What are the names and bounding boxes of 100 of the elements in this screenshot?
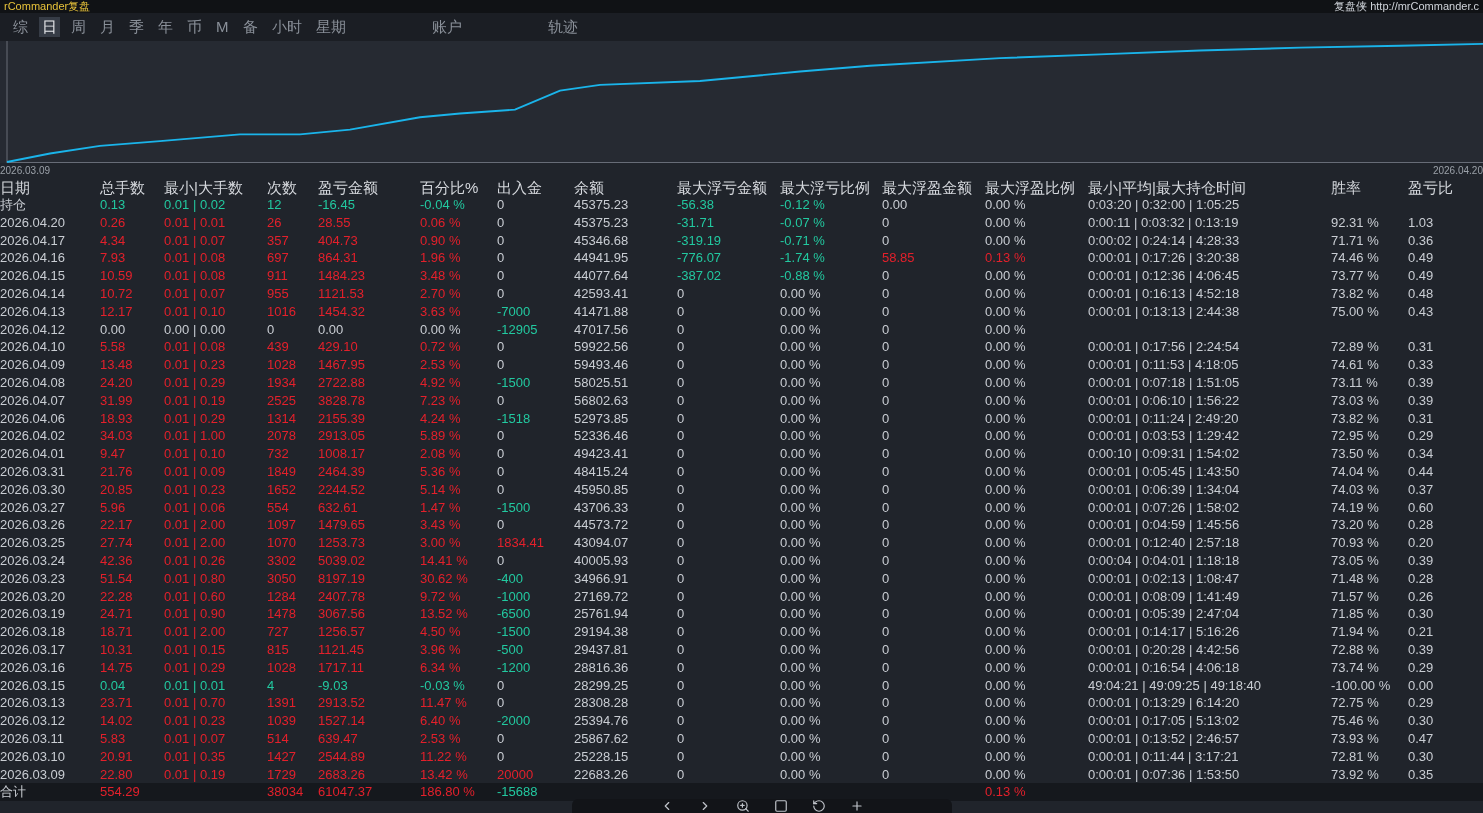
- tab[interactable]: 小时: [268, 17, 305, 37]
- table-cell: 0.35: [1408, 766, 1434, 782]
- table-cell: 0.00 %: [780, 463, 821, 479]
- table-cell: 1717.11: [318, 659, 365, 675]
- table-cell: 1314: [267, 410, 296, 426]
- table-cell: 1016: [267, 303, 296, 319]
- table-cell: 0.00 %: [985, 357, 1026, 373]
- table-cell: 13.42 %: [420, 766, 468, 782]
- tab[interactable]: 综: [10, 17, 31, 37]
- table-cell: 0: [882, 499, 890, 515]
- table-cell: 14.41 %: [420, 552, 468, 568]
- date-cell: 2026.03.20: [0, 588, 66, 604]
- table-cell: 0.26: [1408, 588, 1434, 604]
- table-cell: 45375.23: [574, 214, 629, 230]
- table-cell: 0: [497, 268, 505, 284]
- table-cell: 0.00 %: [985, 606, 1026, 622]
- tab[interactable]: 币: [184, 17, 205, 37]
- table-cell: -0.71 %: [780, 232, 825, 248]
- date-cell: 2026.04.12: [0, 321, 66, 337]
- table-cell: 1849: [267, 463, 296, 479]
- tab[interactable]: 轨迹: [544, 17, 581, 37]
- table-cell: 1652: [267, 481, 296, 497]
- table-cell: 71.85 %: [1331, 606, 1379, 622]
- table-cell: 0.01 | 0.02: [164, 197, 226, 212]
- table-cell: 0.01 | 0.35: [164, 748, 226, 764]
- table-cell: 0.01 | 2.00: [164, 517, 226, 533]
- date-cell: 2026.04.10: [0, 339, 66, 355]
- table-cell: 0.90 %: [420, 232, 461, 248]
- table-cell: 639.47: [318, 730, 358, 746]
- table-cell: 73.50 %: [1331, 446, 1379, 462]
- tab[interactable]: 年: [155, 17, 176, 37]
- table-cell: 25394.76: [574, 713, 629, 729]
- tab[interactable]: 账户: [428, 17, 465, 37]
- table-cell: 186.80 %: [420, 784, 475, 800]
- rotate-icon[interactable]: [812, 799, 826, 813]
- table-cell: -319.19: [677, 232, 722, 248]
- table-cell: 24.71: [100, 606, 133, 622]
- table-cell: 11.47 %: [420, 695, 467, 711]
- date-cell: 2026.03.11: [0, 730, 65, 746]
- table-cell: 0: [677, 713, 685, 729]
- table-cell: 0:00:01 | 0:13:52 | 2:46:57: [1088, 730, 1240, 746]
- table-cell: 2078: [267, 428, 296, 444]
- tab[interactable]: 星期: [312, 17, 349, 37]
- table-cell: 0:00:01 | 0:17:05 | 5:13:02: [1088, 713, 1240, 729]
- table-cell: 0.28: [1408, 570, 1434, 586]
- table-cell: 0: [497, 463, 505, 479]
- table-cell: 0: [677, 357, 685, 373]
- table-cell: 3828.78: [318, 392, 365, 408]
- table-cell: 0: [497, 197, 505, 212]
- table-cell: 0.39: [1408, 392, 1434, 408]
- table-cell: 0.00 %: [780, 339, 821, 355]
- column-header: 日期: [0, 179, 30, 196]
- table-cell: 0: [497, 392, 505, 408]
- table-cell: 1028: [267, 357, 296, 373]
- table-cell: 0:00:01 | 0:06:10 | 1:56:22: [1088, 392, 1240, 408]
- table-cell: 815: [267, 641, 289, 657]
- zoom-in-icon[interactable]: [736, 799, 750, 813]
- tab[interactable]: 季: [126, 17, 147, 37]
- table-cell: 0: [677, 766, 685, 782]
- site-link[interactable]: 复盘侠 http://mrCommander.c: [1334, 0, 1479, 13]
- table-cell: 73.05 %: [1331, 552, 1379, 568]
- table-cell: 0.01 | 0.19: [164, 766, 226, 782]
- table-cell: 71.94 %: [1331, 624, 1379, 640]
- table-cell: 0:03:20 | 0:32:00 | 1:05:25: [1088, 197, 1240, 212]
- table-cell: 0: [497, 552, 505, 568]
- table-cell: 727: [267, 624, 289, 640]
- table-cell: 1.47 %: [420, 499, 461, 515]
- table-cell: -1.74 %: [780, 250, 825, 266]
- tab[interactable]: 月: [97, 17, 118, 37]
- table-cell: 5.83: [100, 730, 126, 746]
- table-cell: 0: [677, 606, 685, 622]
- table-cell: 0.00: [100, 321, 126, 337]
- table-cell: 0:00:01 | 0:06:39 | 1:34:04: [1088, 481, 1240, 497]
- table-cell: 0: [882, 517, 890, 533]
- table-cell: 74.46 %: [1331, 250, 1379, 266]
- table-cell: 25228.15: [574, 748, 629, 764]
- tab[interactable]: 备: [239, 17, 261, 37]
- table-cell: 5039.02: [318, 552, 365, 568]
- table-cell: 28308.28: [574, 695, 629, 711]
- table-cell: 0.13 %: [985, 250, 1026, 266]
- plus-icon[interactable]: [850, 799, 864, 813]
- table-cell: 8197.19: [318, 570, 365, 586]
- table-cell: 0: [882, 588, 890, 604]
- table-cell: 0: [677, 748, 685, 764]
- table-cell: 0: [882, 446, 890, 462]
- square-icon[interactable]: [774, 799, 788, 813]
- table-cell: 0: [497, 748, 505, 764]
- table-cell: 0: [882, 428, 890, 444]
- tab[interactable]: M: [213, 17, 232, 37]
- table-cell: 404.73: [318, 232, 358, 248]
- table-cell: -0.03 %: [420, 677, 465, 693]
- table-cell: 73.82 %: [1331, 286, 1379, 301]
- table-cell: 0: [497, 214, 505, 230]
- table-cell: 0.00 %: [985, 499, 1026, 515]
- tab[interactable]: 周: [68, 17, 89, 37]
- table-cell: 0.01 | 0.23: [164, 481, 226, 497]
- tab[interactable]: 日: [39, 17, 60, 37]
- table-cell: -15688: [497, 784, 538, 800]
- table-cell: -1500: [497, 499, 531, 515]
- table-cell: 0.43: [1408, 303, 1434, 319]
